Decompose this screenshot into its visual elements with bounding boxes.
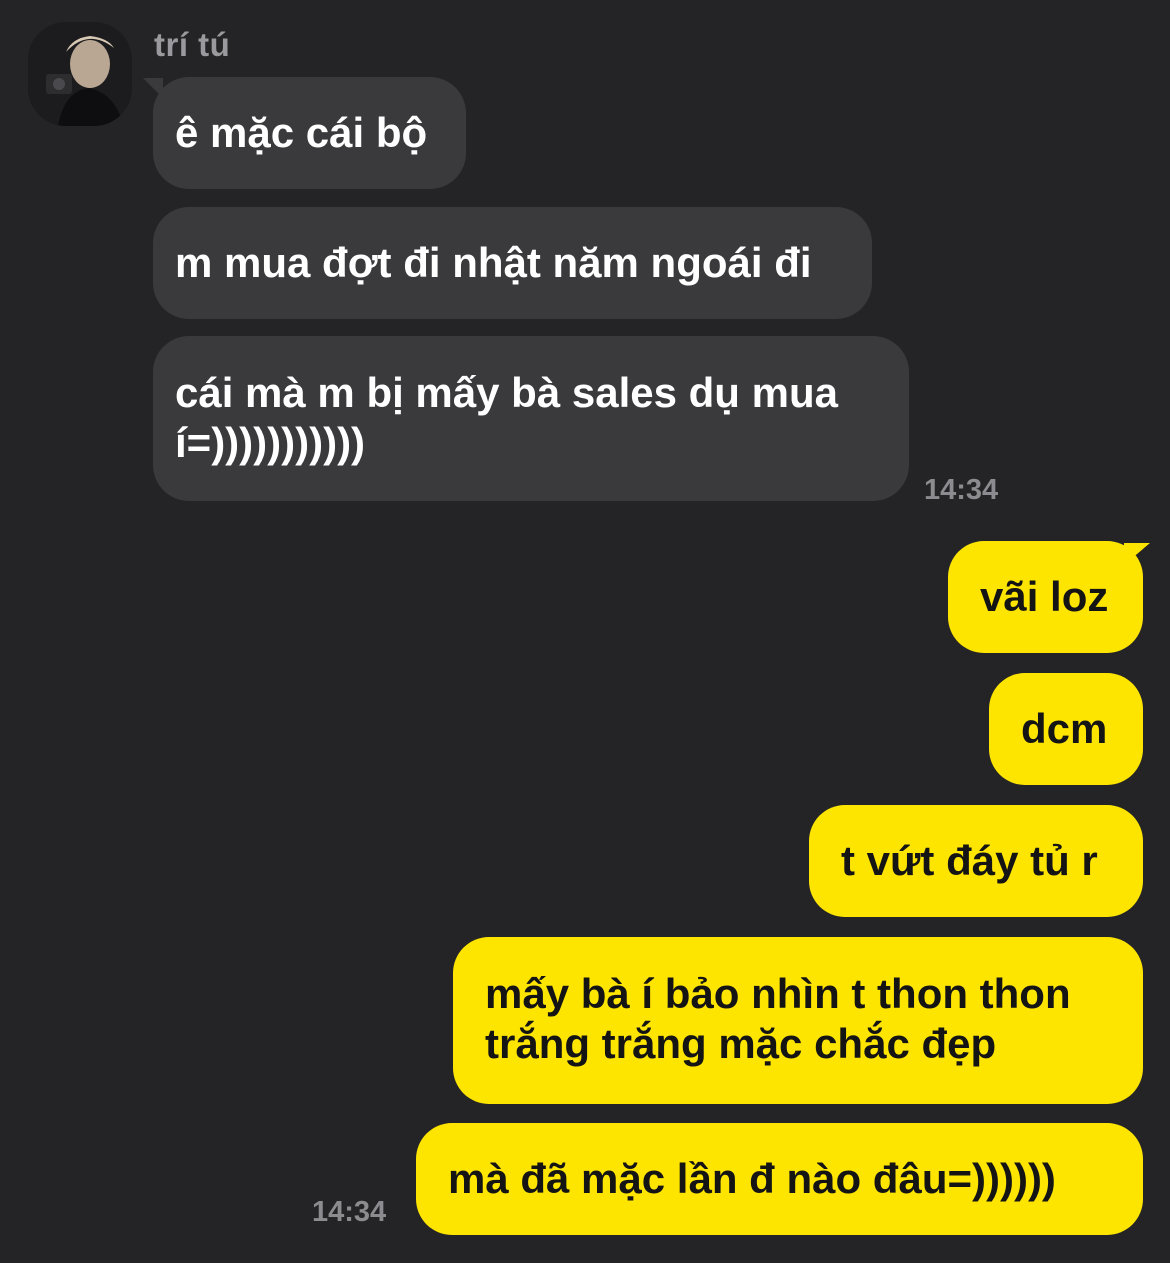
incoming-message[interactable]: m mua đợt đi nhật năm ngoái đi	[153, 207, 872, 319]
outgoing-message[interactable]: dcm	[989, 673, 1143, 785]
outgoing-timestamp: 14:34	[312, 1196, 387, 1228]
incoming-message[interactable]: ê mặc cái bộ	[153, 77, 466, 189]
sender-name: trí tú	[154, 26, 231, 63]
incoming-timestamp: 14:34	[924, 474, 999, 506]
sender-avatar[interactable]	[28, 22, 132, 126]
outgoing-message[interactable]: vãi loz	[948, 541, 1143, 653]
avatar-photo-icon	[28, 22, 132, 126]
outgoing-message[interactable]: mấy bà í bảo nhìn t thon thon trắng trắn…	[453, 937, 1143, 1104]
outgoing-message[interactable]: t vứt đáy tủ r	[809, 805, 1143, 917]
incoming-message[interactable]: cái mà m bị mấy bà sales dụ mua í=))))))…	[153, 336, 909, 501]
outgoing-message[interactable]: mà đã mặc lần đ nào đâu=))))))	[416, 1123, 1143, 1235]
chat-window: trí tú ê mặc cái bộ m mua đợt đi nhật nă…	[0, 0, 1170, 1263]
